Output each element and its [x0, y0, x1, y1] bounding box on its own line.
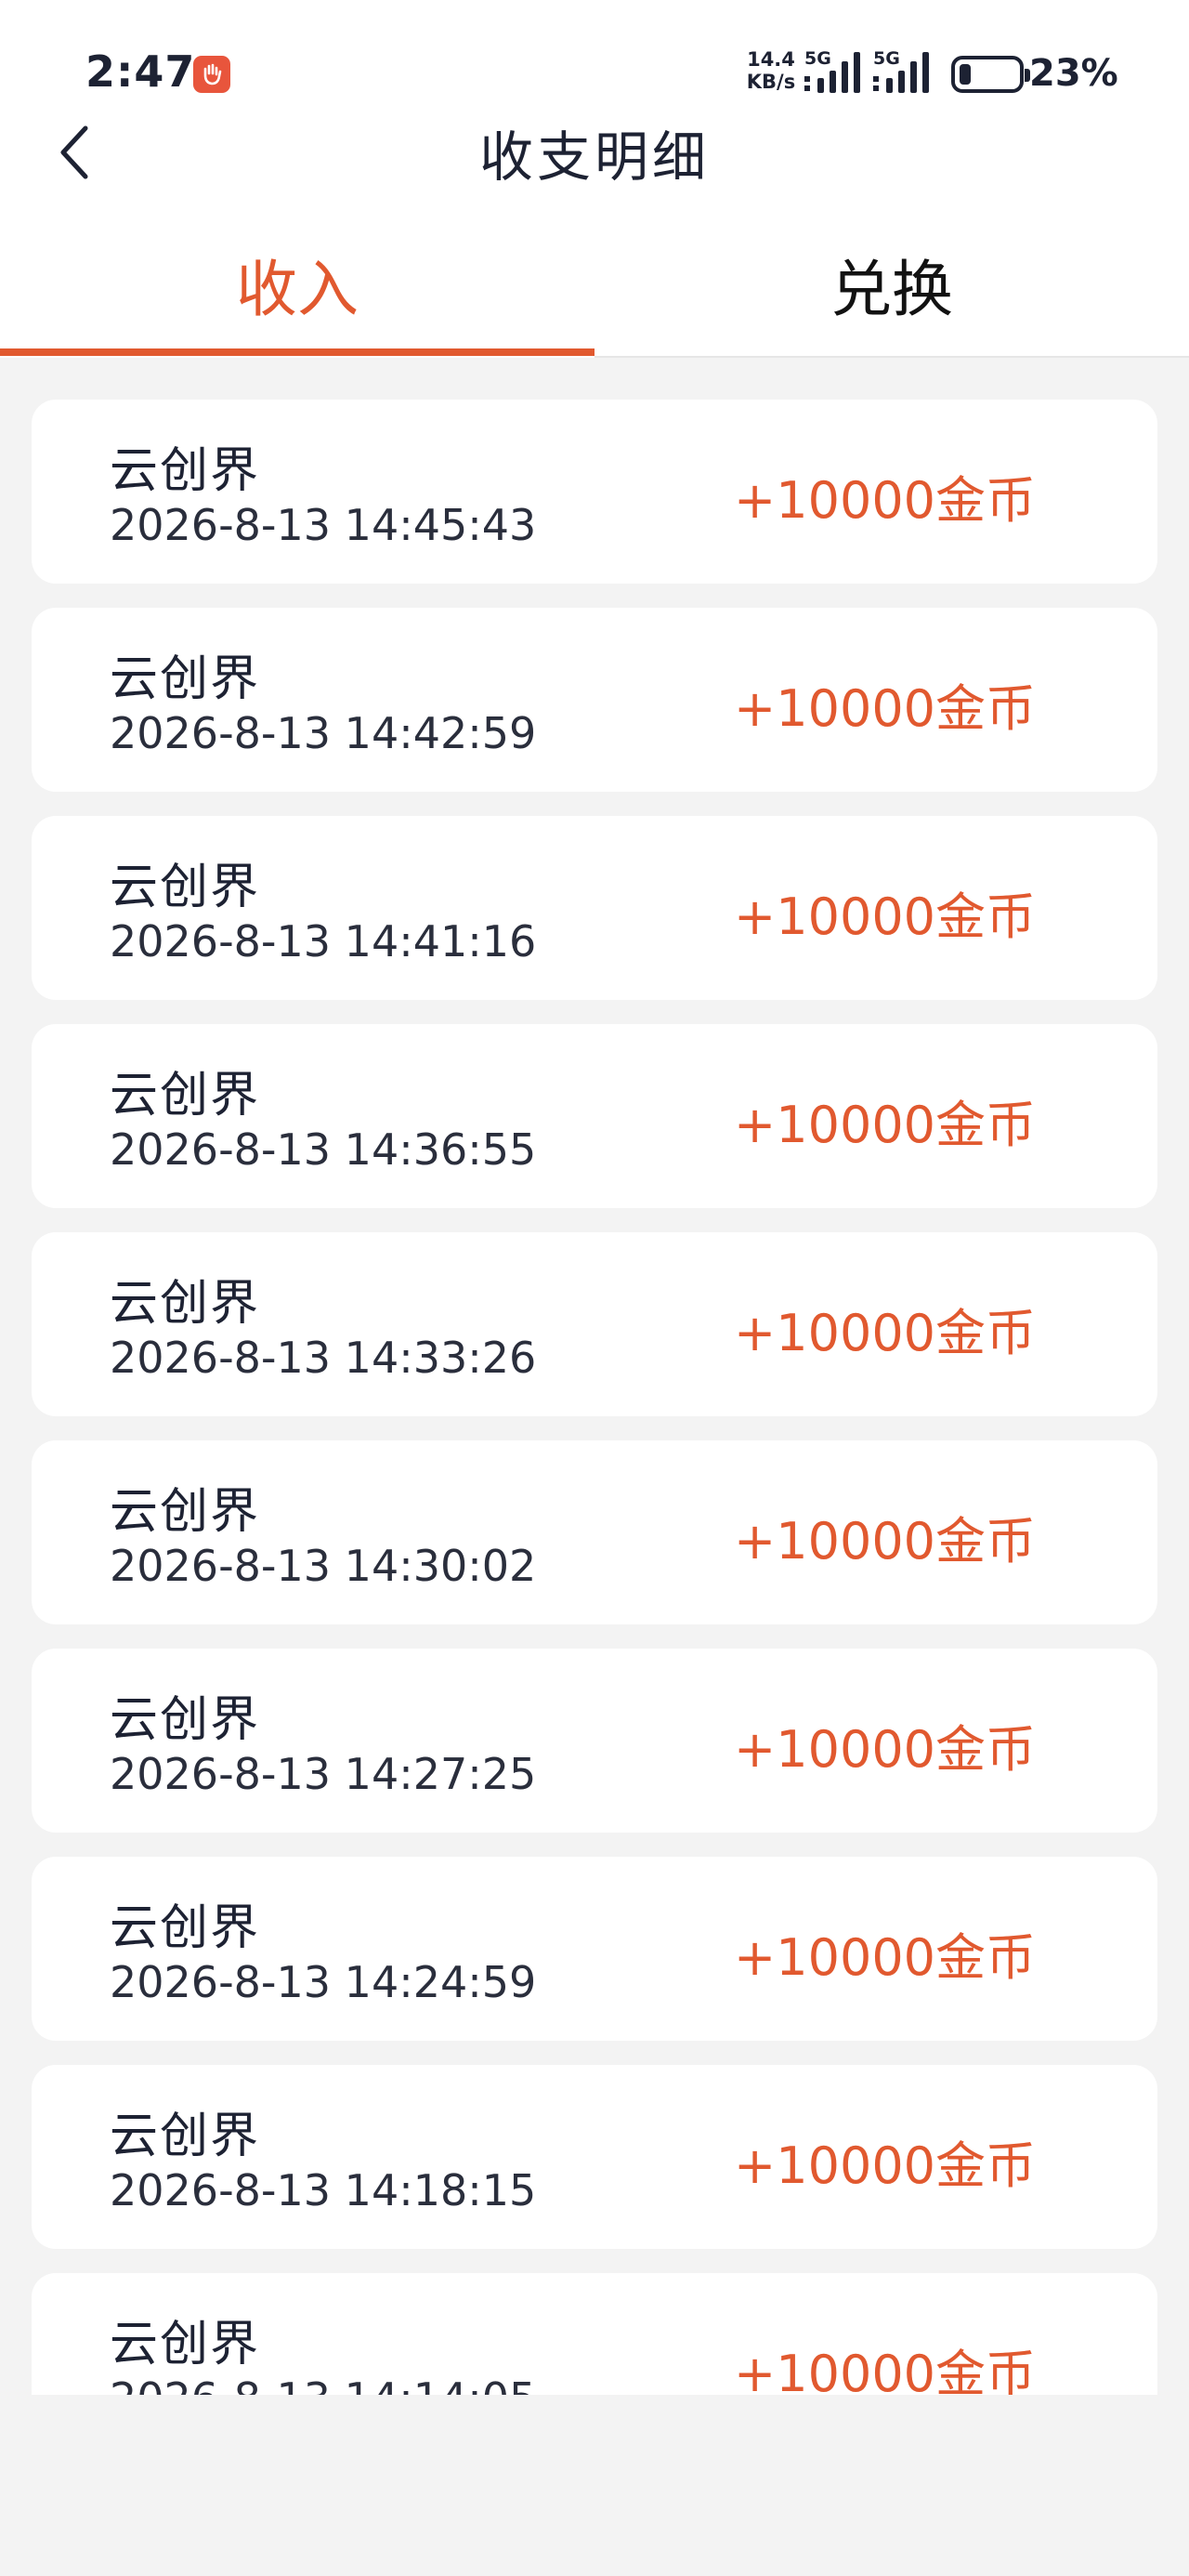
record-amount: +10000金币: [734, 887, 1037, 946]
status-time: 2:47: [85, 46, 196, 97]
list-item[interactable]: 云创界 2026-8-13 14:33:26 +10000金币: [32, 1232, 1157, 1416]
record-amount: +10000金币: [734, 1512, 1037, 1571]
record-source: 云创界: [110, 1692, 261, 1748]
record-amount: +10000金币: [734, 679, 1037, 738]
signal-icon: 5G: [873, 48, 938, 97]
record-amount: +10000金币: [734, 1304, 1037, 1362]
record-date: 2026-8-13 14:24:59: [110, 1957, 537, 2007]
list-item[interactable]: 云创界 2026-8-13 14:45:43 +10000金币: [32, 400, 1157, 584]
record-amount: +10000金币: [734, 2345, 1037, 2395]
record-date: 2026-8-13 14:33:26: [110, 1333, 537, 1383]
record-source: 云创界: [110, 1900, 261, 1956]
list-item[interactable]: 云创界 2026-8-13 14:36:55 +10000金币: [32, 1024, 1157, 1208]
record-source: 云创界: [110, 651, 261, 707]
notification-icon: [193, 56, 230, 93]
top-bar: 2:47 14.4 KB/s 5G 5G 23% 收支明细 收入 兑换: [0, 0, 1189, 358]
record-source: 云创界: [110, 1276, 261, 1332]
signal-icon: 5G: [804, 48, 869, 97]
tab-income[interactable]: 收入: [0, 240, 594, 329]
list-item[interactable]: 云创界 2026-8-13 14:18:15 +10000金币: [32, 2065, 1157, 2249]
battery-icon: [951, 56, 1030, 93]
list-item[interactable]: 云创界 2026-8-13 14:30:02 +10000金币: [32, 1440, 1157, 1624]
net-speed-unit: KB/s: [746, 71, 796, 93]
record-date: 2026-8-13 14:18:15: [110, 2165, 537, 2215]
network-speed: 14.4 KB/s: [743, 48, 799, 93]
record-date: 2026-8-13 14:14:05: [110, 2373, 536, 2395]
record-source: 云创界: [110, 1068, 261, 1124]
page-title: 收支明细: [478, 125, 710, 189]
list-item[interactable]: 云创界 2026-8-13 14:41:16 +10000金币: [32, 816, 1157, 1000]
record-date: 2026-8-13 14:30:02: [110, 1541, 537, 1591]
list-item[interactable]: 云创界 2026-8-13 14:24:59 +10000金币: [32, 1857, 1157, 2041]
record-date: 2026-8-13 14:45:43: [110, 500, 537, 550]
record-source: 云创界: [110, 2109, 261, 2164]
record-source: 云创界: [110, 2317, 261, 2372]
record-date: 2026-8-13 14:42:59: [110, 708, 537, 758]
battery-fill: [960, 64, 971, 85]
record-date: 2026-8-13 14:36:55: [110, 1124, 537, 1175]
tab-active-indicator: [0, 348, 594, 356]
record-source: 云创界: [110, 443, 261, 499]
list-item[interactable]: 云创界 2026-8-13 14:14:05 +10000金币: [32, 2273, 1157, 2395]
record-amount: +10000金币: [734, 471, 1037, 530]
record-date: 2026-8-13 14:41:16: [110, 916, 537, 966]
battery-percent: 23%: [1029, 52, 1118, 95]
status-bar: 2:47 14.4 KB/s 5G 5G 23%: [0, 0, 1189, 112]
record-date: 2026-8-13 14:27:25: [110, 1749, 537, 1799]
record-source: 云创界: [110, 1484, 261, 1540]
record-amount: +10000金币: [734, 1720, 1037, 1779]
net-speed-value: 14.4: [747, 48, 795, 71]
list-item[interactable]: 云创界 2026-8-13 14:42:59 +10000金币: [32, 608, 1157, 792]
tab-exchange[interactable]: 兑换: [594, 240, 1189, 329]
record-amount: +10000金币: [734, 1928, 1037, 1987]
record-amount: +10000金币: [734, 2136, 1037, 2195]
list-item[interactable]: 云创界 2026-8-13 14:27:25 +10000金币: [32, 1649, 1157, 1833]
record-source: 云创界: [110, 860, 261, 915]
record-amount: +10000金币: [734, 1096, 1037, 1154]
records-list[interactable]: 云创界 2026-8-13 14:45:43 +10000金币 云创界 2026…: [0, 358, 1189, 2395]
